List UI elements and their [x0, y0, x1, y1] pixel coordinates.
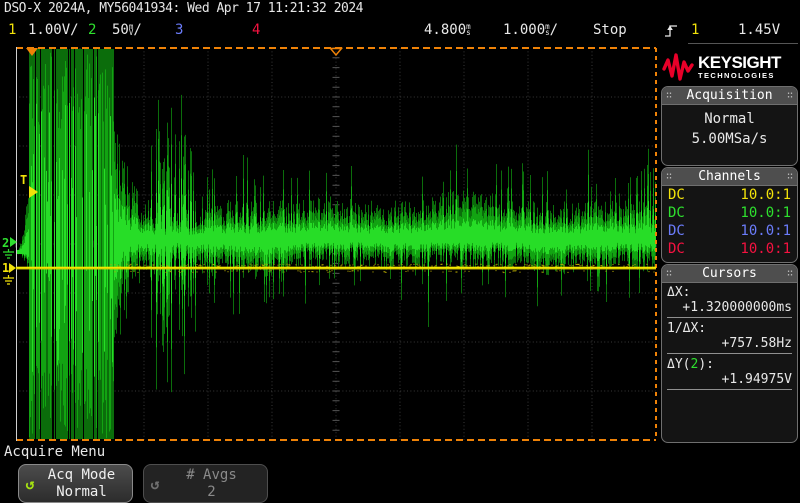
- ch1-scale[interactable]: 1.00V/: [28, 22, 79, 38]
- delta-x-label: ΔX:: [667, 285, 792, 300]
- trigger-level[interactable]: 1.45V: [738, 22, 780, 38]
- trigger-edge-icon: [664, 23, 678, 42]
- ch4-number[interactable]: 4: [252, 22, 260, 38]
- channel-row-3[interactable]: DC10.0:1: [662, 222, 797, 240]
- ch1-position-marker-icon[interactable]: [9, 263, 16, 273]
- delta-y-value: +1.94975V: [667, 372, 792, 387]
- ch1-ground-icon: [3, 275, 14, 284]
- ch2-ground-icon: [3, 249, 14, 258]
- keysight-spark-icon: [662, 52, 696, 82]
- grip-icon: ∷: [787, 172, 793, 182]
- ch2-scale[interactable]: 50mV/: [112, 22, 142, 38]
- inverse-delta-x-value: +757.58Hz: [667, 336, 792, 351]
- acquisition-title: Acquisition: [686, 87, 772, 104]
- cursors-title: Cursors: [702, 265, 757, 282]
- sidebar: KEYSIGHT TECHNOLOGIES ∷ Acquisition ∷ No…: [660, 44, 799, 444]
- channel-row-4[interactable]: DC10.0:1: [662, 240, 797, 258]
- instrument-id-line: DSO-X 2024A, MY56041934: Wed Apr 17 11:2…: [4, 1, 363, 16]
- divider: [667, 353, 792, 354]
- horizontal-delay[interactable]: 4.800ms: [424, 22, 471, 38]
- logo-sub-text: TECHNOLOGIES: [698, 71, 781, 80]
- delta-x-value: +1.320000000ms: [667, 300, 792, 315]
- sample-rate: 5.00MSa/s: [662, 129, 797, 149]
- channel-row-2[interactable]: DC10.0:1: [662, 204, 797, 222]
- ch2-number[interactable]: 2: [88, 22, 96, 38]
- cursors-panel: ∷ Cursors ∷ ΔX: +1.320000000ms 1/ΔX: +75…: [661, 264, 798, 443]
- timebase-scale[interactable]: 1.000ms/: [503, 22, 558, 38]
- grip-icon: ∷: [787, 91, 793, 101]
- softkey-value: 2: [156, 484, 267, 501]
- trigger-source[interactable]: 1: [691, 22, 699, 38]
- softkey-value: Normal: [31, 484, 132, 501]
- channels-panel-header[interactable]: ∷ Channels ∷: [662, 168, 797, 186]
- oscilloscope-screen: DSO-X 2024A, MY56041934: Wed Apr 17 11:2…: [0, 0, 800, 503]
- softkey-label: # Avgs: [156, 467, 267, 484]
- softkey-label: Acq Mode: [31, 467, 132, 484]
- marker-label: 1: [2, 261, 9, 275]
- status-bar: 1 1.00V/ 2 50mV/ 3 4 4.800ms 1.000ms/ St…: [0, 18, 800, 45]
- logo-brand-text: KEYSIGHT: [698, 54, 781, 71]
- ch1-trace-highlight: [16, 267, 656, 268]
- acquisition-panel-header[interactable]: ∷ Acquisition ∷: [662, 87, 797, 105]
- divider: [667, 389, 792, 390]
- menu-title: Acquire Menu: [4, 444, 105, 460]
- divider: [667, 317, 792, 318]
- inverse-delta-x-label: 1/ΔX:: [667, 321, 792, 336]
- marker-label: 2: [2, 236, 9, 250]
- channel-row-1[interactable]: DC10.0:1: [662, 186, 797, 204]
- waveform-display: T 2 1: [0, 47, 658, 443]
- cursors-panel-header[interactable]: ∷ Cursors ∷: [662, 265, 797, 283]
- ch1-number[interactable]: 1: [8, 22, 16, 38]
- keysight-logo: KEYSIGHT TECHNOLOGIES: [662, 47, 798, 87]
- acquisition-panel: ∷ Acquisition ∷ Normal 5.00MSa/s: [661, 86, 798, 166]
- softkey-num-avgs[interactable]: ↺ # Avgs 2: [143, 464, 268, 503]
- grip-icon: ∷: [666, 269, 672, 279]
- softkey-acq-mode[interactable]: ↺ Acq Mode Normal: [18, 464, 133, 503]
- channels-title: Channels: [698, 168, 761, 185]
- waveform-canvas: T 2 1: [0, 47, 658, 443]
- grip-icon: ∷: [666, 91, 672, 101]
- run-state-indicator: Stop: [593, 22, 627, 38]
- channels-panel: ∷ Channels ∷ DC10.0:1 DC10.0:1 DC10.0:1 …: [661, 167, 798, 263]
- grip-icon: ∷: [787, 269, 793, 279]
- grip-icon: ∷: [666, 172, 672, 182]
- marker-label: T: [20, 173, 27, 187]
- ch3-number[interactable]: 3: [175, 22, 183, 38]
- delta-y-label: ΔY(2):: [667, 357, 792, 372]
- acquisition-mode: Normal: [662, 109, 797, 129]
